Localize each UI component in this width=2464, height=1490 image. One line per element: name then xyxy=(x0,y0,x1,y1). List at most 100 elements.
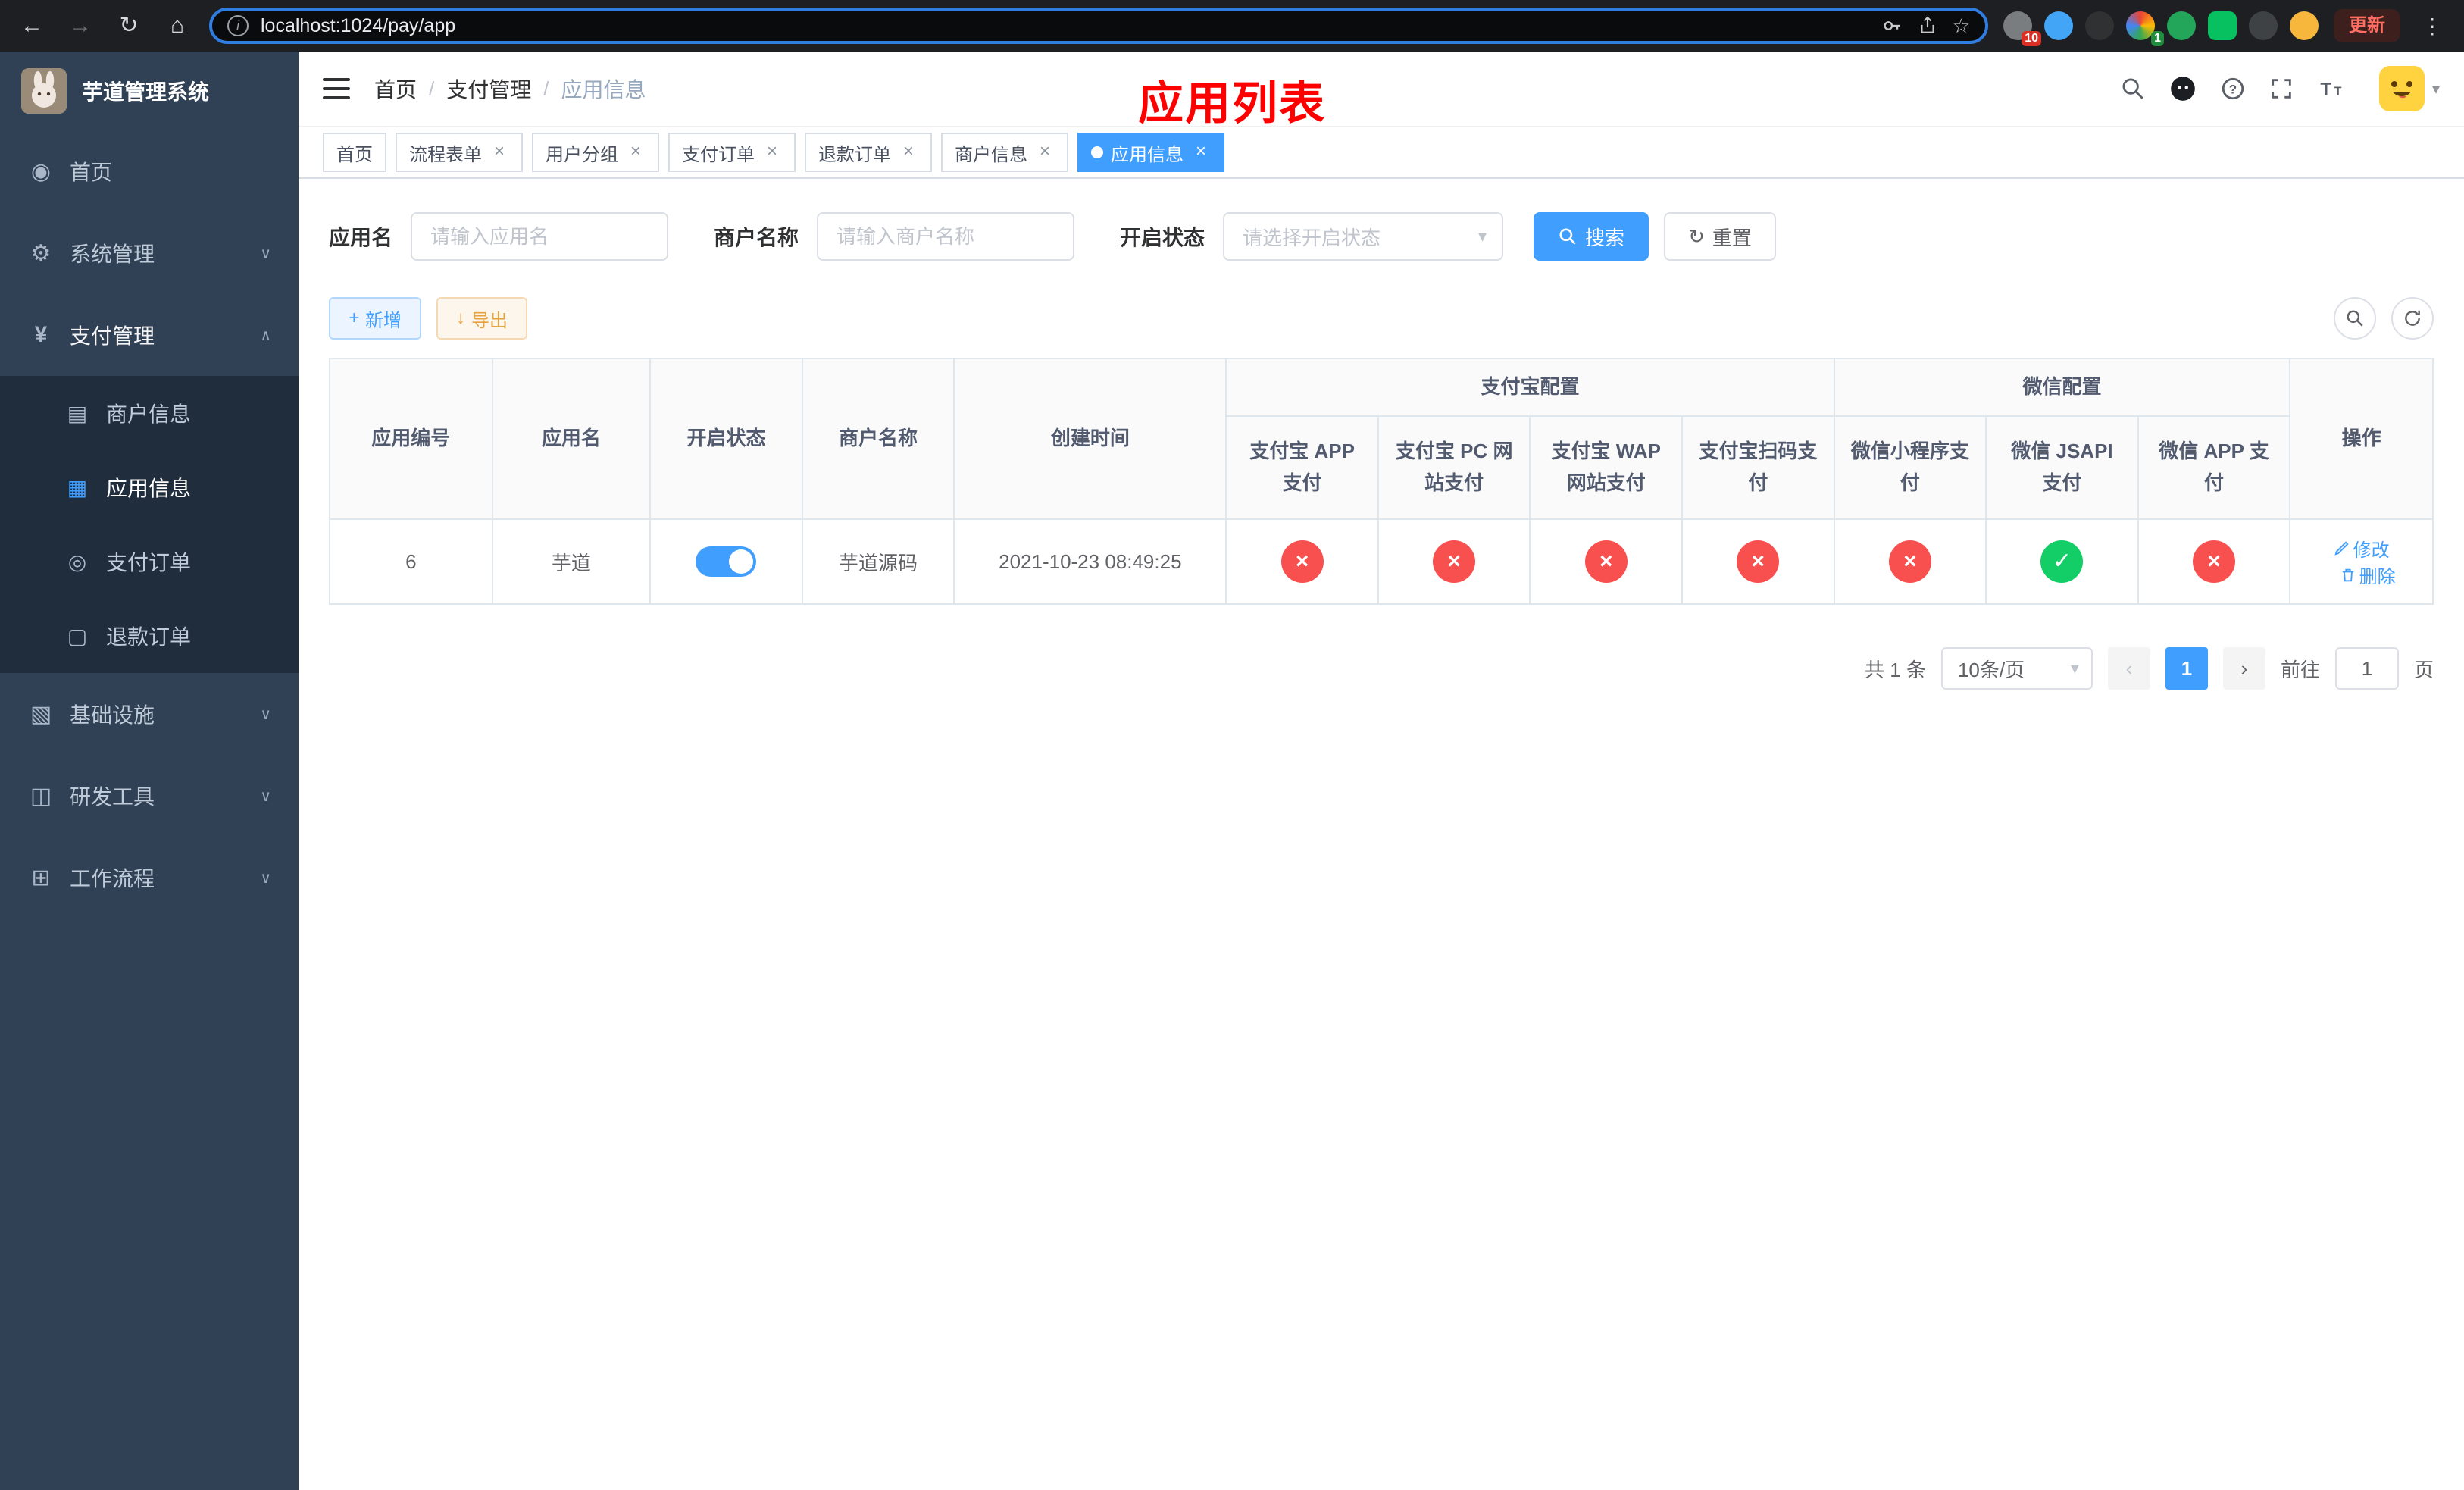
extension-icon[interactable]: 10 xyxy=(2003,11,2041,46)
user-menu[interactable]: ▾ xyxy=(2378,66,2440,111)
wechat-app-status-icon: × xyxy=(2193,540,2236,583)
breadcrumb: 首页 / 支付管理 / 应用信息 xyxy=(374,74,646,104)
delete-link[interactable]: 删除 xyxy=(2340,562,2396,588)
tab-close-icon[interactable]: × xyxy=(1035,142,1055,162)
password-key-icon[interactable] xyxy=(1881,15,1903,36)
tab-close-icon[interactable]: × xyxy=(626,142,646,162)
share-icon[interactable] xyxy=(1918,15,1937,36)
site-info-icon[interactable]: i xyxy=(227,15,249,36)
reload-icon[interactable]: ↻ xyxy=(112,9,145,42)
status-select-placeholder: 请选择开启状态 xyxy=(1243,226,1381,249)
tab-close-icon[interactable]: × xyxy=(1191,142,1211,162)
search-button[interactable]: 搜索 xyxy=(1534,212,1649,261)
download-icon: ↓ xyxy=(456,308,466,328)
address-bar[interactable]: i localhost:1024/pay/app ☆ xyxy=(209,8,1988,44)
browser-toolbar: ← → ↻ ⌂ i localhost:1024/pay/app ☆ 10 1 … xyxy=(0,0,2464,52)
prev-page-button[interactable]: ‹ xyxy=(2107,647,2150,690)
tab-process-form[interactable]: 流程表单 × xyxy=(396,133,523,172)
main-area: 首页 / 支付管理 / 应用信息 ? T T ▾ 首页 流程表单 × 用户分组 … xyxy=(299,52,2464,1490)
tab-label: 退款订单 xyxy=(818,144,891,165)
extension-icon[interactable] xyxy=(2044,11,2073,40)
sidebar-item-merchant-info[interactable]: ▤ 商户信息 xyxy=(0,376,299,450)
toggle-search-button[interactable] xyxy=(2334,297,2376,340)
alipay-wap-status-icon: × xyxy=(1584,540,1628,583)
tab-user-group[interactable]: 用户分组 × xyxy=(532,133,659,172)
tab-refund-order[interactable]: 退款订单 × xyxy=(805,133,932,172)
tab-app-info[interactable]: 应用信息 × xyxy=(1077,133,1224,172)
extension-icon[interactable]: 1 xyxy=(2126,11,2164,46)
back-icon[interactable]: ← xyxy=(15,9,48,42)
page-size-select[interactable]: 10条/页 ▾ xyxy=(1940,647,2093,690)
github-icon[interactable] xyxy=(2169,74,2197,103)
sidebar-item-payment[interactable]: ¥ 支付管理 ∧ xyxy=(0,294,299,376)
refresh-table-button[interactable] xyxy=(2391,297,2434,340)
page-number-button[interactable]: 1 xyxy=(2165,647,2208,690)
extension-icon[interactable] xyxy=(2167,11,2196,40)
search-icon[interactable] xyxy=(2120,76,2146,102)
fullscreen-icon[interactable] xyxy=(2269,76,2294,102)
export-button[interactable]: ↓ 导出 xyxy=(436,297,528,340)
next-page-button[interactable]: › xyxy=(2222,647,2265,690)
tab-label: 首页 xyxy=(336,144,373,165)
merchant-card-icon: ▤ xyxy=(67,401,88,425)
active-tab-dot xyxy=(1091,146,1103,158)
app-table: 应用编号 应用名 开启状态 商户名称 创建时间 支付宝配置 微信配置 操作 支付… xyxy=(328,358,2434,605)
browser-update-button[interactable]: 更新 xyxy=(2334,9,2400,42)
forward-icon[interactable]: → xyxy=(64,9,97,42)
page-title: 应用列表 xyxy=(1138,78,1326,129)
tab-home[interactable]: 首页 xyxy=(323,133,386,172)
dashboard-icon: ◉ xyxy=(30,158,52,184)
tab-close-icon[interactable]: × xyxy=(489,142,509,162)
cell-app-name: 芋道 xyxy=(491,518,652,605)
sidebar-item-home[interactable]: ◉ 首页 xyxy=(0,130,299,212)
sidebar-item-label: 退款订单 xyxy=(106,625,192,649)
goto-page-input[interactable] xyxy=(2334,647,2399,690)
extension-icon[interactable] xyxy=(2290,11,2319,40)
sidebar-item-infrastructure[interactable]: ▧ 基础设施 ∨ xyxy=(0,673,299,755)
collapse-sidebar-icon[interactable] xyxy=(323,78,350,99)
breadcrumb-home[interactable]: 首页 xyxy=(374,74,417,104)
extension-icon[interactable] xyxy=(2249,11,2278,40)
sidebar-item-refund-order[interactable]: ▢ 退款订单 xyxy=(0,599,299,673)
font-size-icon[interactable]: TT xyxy=(2317,76,2347,102)
breadcrumb-payment[interactable]: 支付管理 xyxy=(446,74,531,104)
sidebar-item-pay-order[interactable]: ◎ 支付订单 xyxy=(0,524,299,599)
sidebar-item-devtools[interactable]: ◫ 研发工具 ∨ xyxy=(0,755,299,837)
edit-link-label: 修改 xyxy=(2353,540,2390,561)
chevron-down-icon: ∨ xyxy=(260,706,271,723)
goto-suffix-label: 页 xyxy=(2413,658,2434,681)
app-name-input[interactable] xyxy=(411,212,669,261)
sidebar-item-workflow[interactable]: ⊞ 工作流程 ∨ xyxy=(0,837,299,919)
tab-close-icon[interactable]: × xyxy=(899,142,918,162)
sidebar: 芋道管理系统 ◉ 首页 ⚙ 系统管理 ∨ ¥ 支付管理 ∧ ▤ 商户信息 ▦ 应… xyxy=(0,52,299,1490)
sidebar-item-label: 支付管理 xyxy=(70,324,155,348)
extension-icon[interactable] xyxy=(2085,11,2114,40)
tab-merchant-info[interactable]: 商户信息 × xyxy=(941,133,1068,172)
help-icon[interactable]: ? xyxy=(2220,76,2246,102)
reset-button[interactable]: ↻ 重置 xyxy=(1664,212,1776,261)
col-group-alipay: 支付宝配置 xyxy=(1225,358,1835,417)
browser-menu-icon[interactable]: ⋮ xyxy=(2416,14,2449,39)
bookmark-star-icon[interactable]: ☆ xyxy=(1953,14,1970,38)
chevron-down-icon: ∨ xyxy=(260,245,271,262)
sidebar-item-app-info[interactable]: ▦ 应用信息 xyxy=(0,450,299,524)
tab-pay-order[interactable]: 支付订单 × xyxy=(668,133,796,172)
page-size-value: 10条/页 xyxy=(1957,658,2025,681)
wechat-jsapi-status-icon: ✓ xyxy=(2040,540,2084,583)
sidebar-item-system[interactable]: ⚙ 系统管理 ∨ xyxy=(0,212,299,294)
tab-close-icon[interactable]: × xyxy=(762,142,782,162)
url-text: localhost:1024/pay/app xyxy=(261,14,456,36)
edit-link[interactable]: 修改 xyxy=(2334,535,2390,562)
status-toggle[interactable] xyxy=(696,546,757,577)
add-button-label: 新增 xyxy=(365,310,402,331)
infrastructure-icon: ▧ xyxy=(30,701,52,727)
col-actions: 操作 xyxy=(2289,358,2434,520)
status-select[interactable]: 请选择开启状态 ▾ xyxy=(1223,212,1504,261)
cell-app-id: 6 xyxy=(328,518,493,605)
svg-text:T: T xyxy=(2320,80,2331,100)
extension-icon[interactable] xyxy=(2208,11,2237,40)
app-name-label: 应用名 xyxy=(329,226,393,249)
home-icon[interactable]: ⌂ xyxy=(161,9,194,42)
add-button[interactable]: + 新增 xyxy=(329,297,422,340)
merchant-name-input[interactable] xyxy=(817,212,1075,261)
